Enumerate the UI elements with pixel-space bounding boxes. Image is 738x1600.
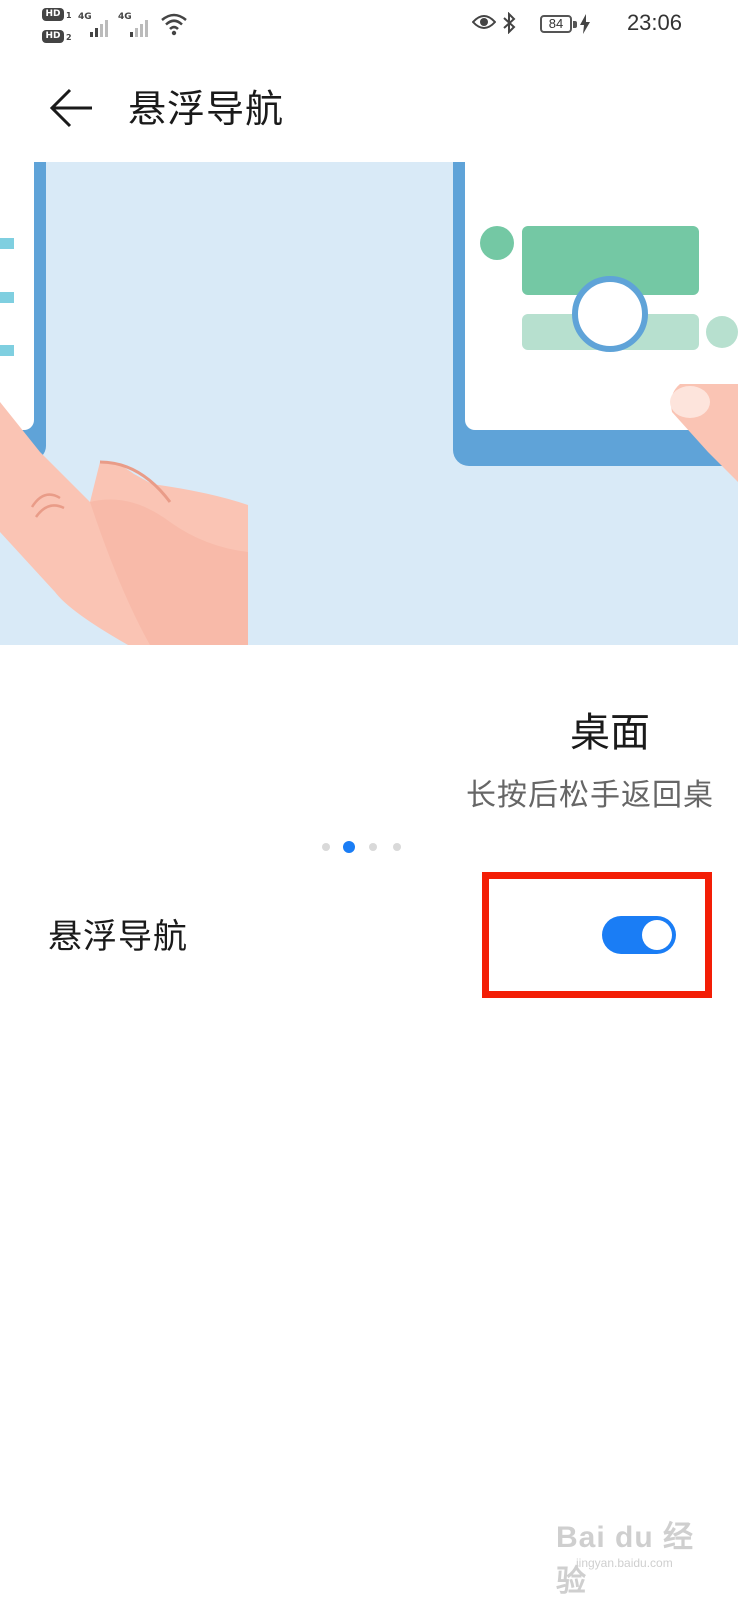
baidu-jingyan-watermark: Bai du 经验 jingyan.baidu.com [556,1512,706,1598]
carousel-page-indicator [0,840,738,854]
status-bar: HD 1 HD 2 4G 4G 84 23:06 [0,0,738,52]
floating-nav-button-illustration [572,276,648,352]
floating-navigation-toggle[interactable] [602,916,676,954]
hd-badge-2: HD [42,30,64,43]
bluetooth-icon [503,12,516,34]
hd-badge-1: HD [42,8,64,21]
signal-icon [90,20,108,37]
battery-icon: 84 [540,15,572,33]
page-title: 悬浮导航 [128,87,285,131]
hd-badge-2-sub: 2 [66,33,72,42]
floating-navigation-setting-row[interactable]: 悬浮导航 [0,880,738,996]
status-time: 23:06 [626,10,682,35]
setting-label: 悬浮导航 [48,917,188,957]
signal-icon [130,20,148,37]
page-dot-active[interactable] [343,841,355,853]
page-dot[interactable] [369,843,377,851]
page-dot[interactable] [393,843,401,851]
eye-icon [472,15,496,29]
slide-description: 长按后松手返回桌 [466,778,714,813]
slide-title: 桌面 [570,710,650,756]
page-dot[interactable] [322,843,330,851]
watermark-url: jingyan.baidu.com [576,1556,673,1570]
toggle-knob [642,920,672,950]
wifi-icon [161,13,187,36]
battery-tip [573,21,577,28]
hd-badge-1-sub: 1 [66,11,72,20]
back-button[interactable] [48,84,98,134]
arrow-left-icon [49,88,92,128]
navigation-illustration[interactable] [0,162,738,645]
charging-icon [580,14,590,34]
